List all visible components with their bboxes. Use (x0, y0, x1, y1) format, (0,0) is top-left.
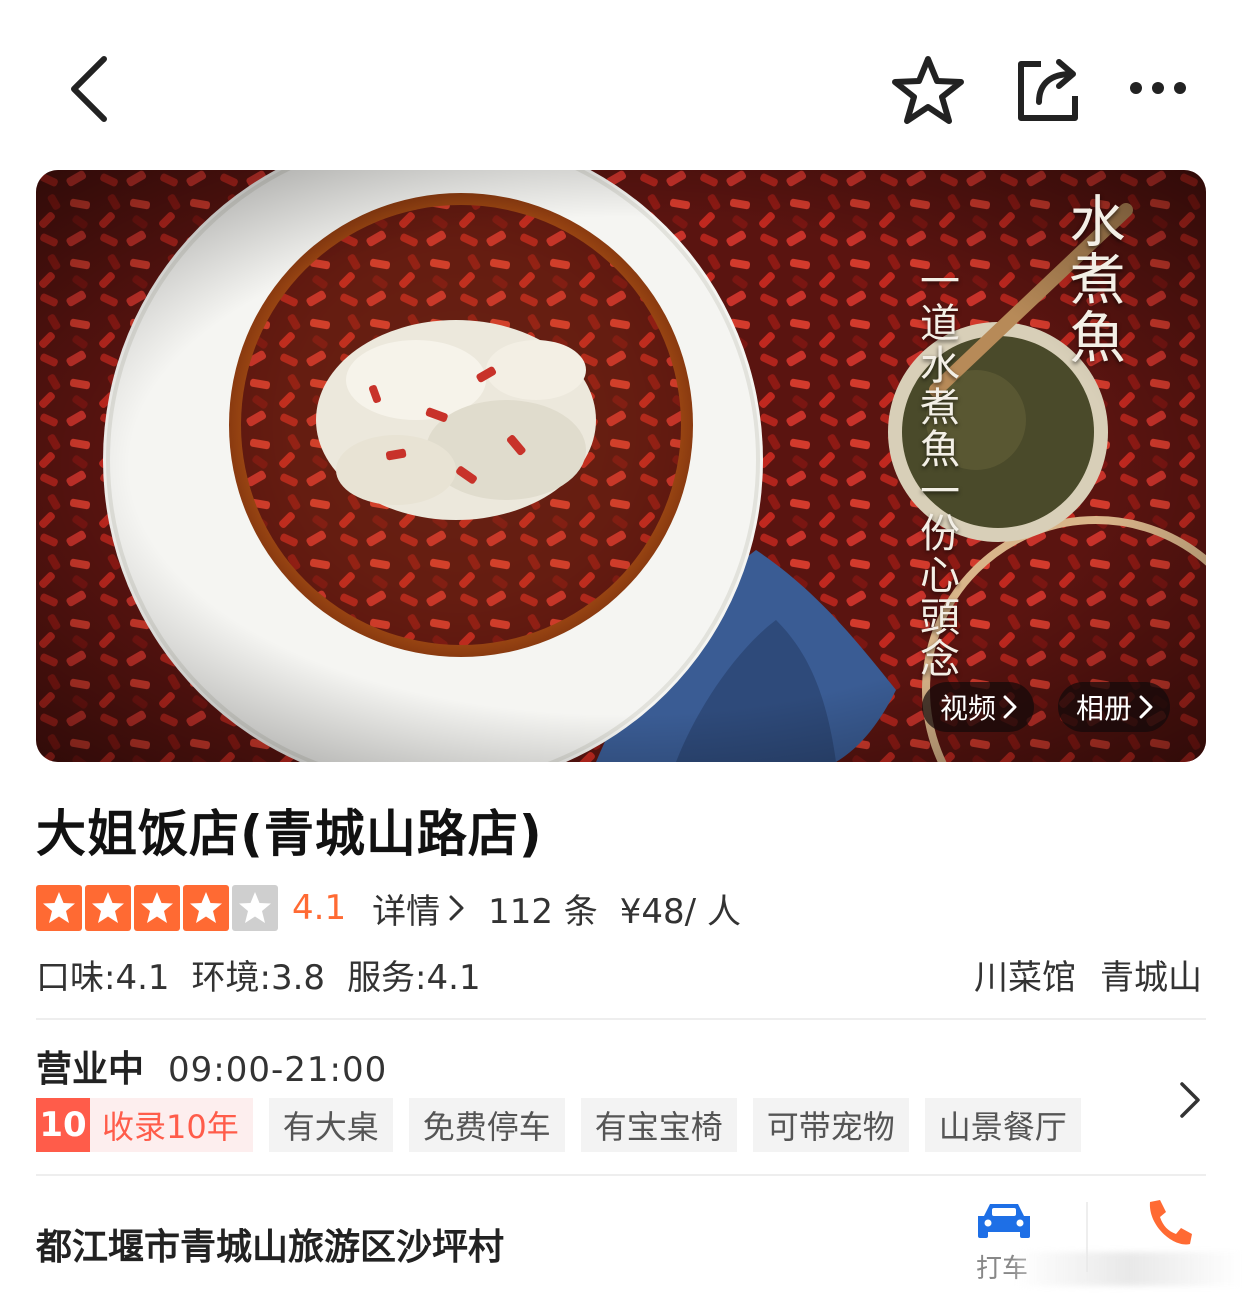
star-filled-icon (36, 885, 82, 931)
chevron-right-icon[interactable] (1170, 1080, 1210, 1120)
shop-name: 大姐饭店(青城山路店) (36, 805, 543, 863)
car-icon (978, 1204, 1030, 1238)
taste-score: 口味:4.1 (36, 958, 170, 998)
service-score: 服务:4.1 (347, 958, 481, 998)
share-button[interactable] (1008, 50, 1088, 130)
rating-detail-link[interactable]: 详情 (372, 884, 466, 933)
hero-image-banner[interactable]: 水煮魚 一道水煮魚一份心頭念 视频 相册 (36, 170, 1206, 762)
share-icon (1018, 59, 1078, 121)
video-button[interactable]: 视频 (922, 682, 1035, 732)
album-button[interactable]: 相册 (1058, 682, 1171, 732)
sub-scores: 口味:4.1 环境:3.8 服务:4.1 (36, 950, 481, 999)
hero-overlay-title: 水煮魚 (1060, 192, 1125, 366)
shop-address[interactable]: 都江堰市青城山旅游区沙坪村 (36, 1218, 504, 1270)
divider (36, 1018, 1206, 1020)
review-count[interactable]: 112 条 (488, 884, 598, 933)
tag-pets-allowed: 可带宠物 (752, 1098, 909, 1152)
business-hours: 09:00-21:00 (168, 1050, 388, 1090)
tag-mountain-view: 山景餐厅 (924, 1098, 1081, 1152)
rating-row: 4.1 详情 112 条 ¥48/ 人 (36, 884, 741, 932)
business-hours-row[interactable]: 营业中 09:00-21:00 (36, 1040, 387, 1092)
album-button-label: 相册 (1076, 692, 1133, 725)
environment-score: 环境:3.8 (191, 958, 326, 998)
chevron-right-icon (1003, 695, 1017, 719)
category-cuisine[interactable]: 川菜馆 (974, 950, 1076, 999)
dish-photo (36, 170, 1206, 762)
bottom-blur-overlay (1016, 1252, 1242, 1286)
chevron-left-icon (71, 56, 107, 122)
chevron-right-icon (449, 895, 464, 921)
top-navigation-bar (0, 0, 1242, 170)
chevron-right-icon (1139, 695, 1153, 719)
hero-overlay-subtitle: 一道水煮魚一份心頭念 (913, 260, 959, 680)
shop-categories: 川菜馆 青城山 (974, 950, 1202, 999)
star-rating (36, 885, 278, 931)
star-filled-icon (183, 885, 229, 931)
favorite-button[interactable] (886, 50, 970, 130)
star-empty-icon (232, 885, 278, 931)
star-filled-icon (134, 885, 180, 931)
price-per-person: ¥48/ 人 (619, 891, 741, 932)
back-button[interactable] (48, 48, 128, 128)
call-button[interactable] (1140, 1196, 1200, 1256)
more-options-button[interactable] (1118, 58, 1198, 118)
years-listed-tag: 10 收录10年 (36, 1098, 253, 1152)
open-status: 营业中 (36, 1049, 145, 1090)
tag-free-parking: 免费停车 (408, 1098, 565, 1152)
feature-tags[interactable]: 10 收录10年 有大桌 免费停车 有宝宝椅 可带宠物 山景餐厅 (36, 1098, 1081, 1152)
rating-score: 4.1 (292, 888, 347, 928)
sub-scores-row: 口味:4.1 环境:3.8 服务:4.1 川菜馆 青城山 (36, 950, 1206, 998)
star-outline-icon (892, 56, 964, 124)
years-listed-label: 收录10年 (102, 1108, 239, 1146)
more-dots-icon (1130, 82, 1186, 94)
tag-large-table: 有大桌 (268, 1098, 393, 1152)
star-filled-icon (85, 885, 131, 931)
years-badge: 10 (36, 1098, 90, 1152)
category-area[interactable]: 青城山 (1100, 950, 1202, 999)
phone-icon (1149, 1200, 1192, 1245)
rating-detail-label: 详情 (372, 891, 441, 932)
video-button-label: 视频 (940, 692, 997, 725)
divider (36, 1174, 1206, 1176)
tag-baby-chair: 有宝宝椅 (580, 1098, 737, 1152)
